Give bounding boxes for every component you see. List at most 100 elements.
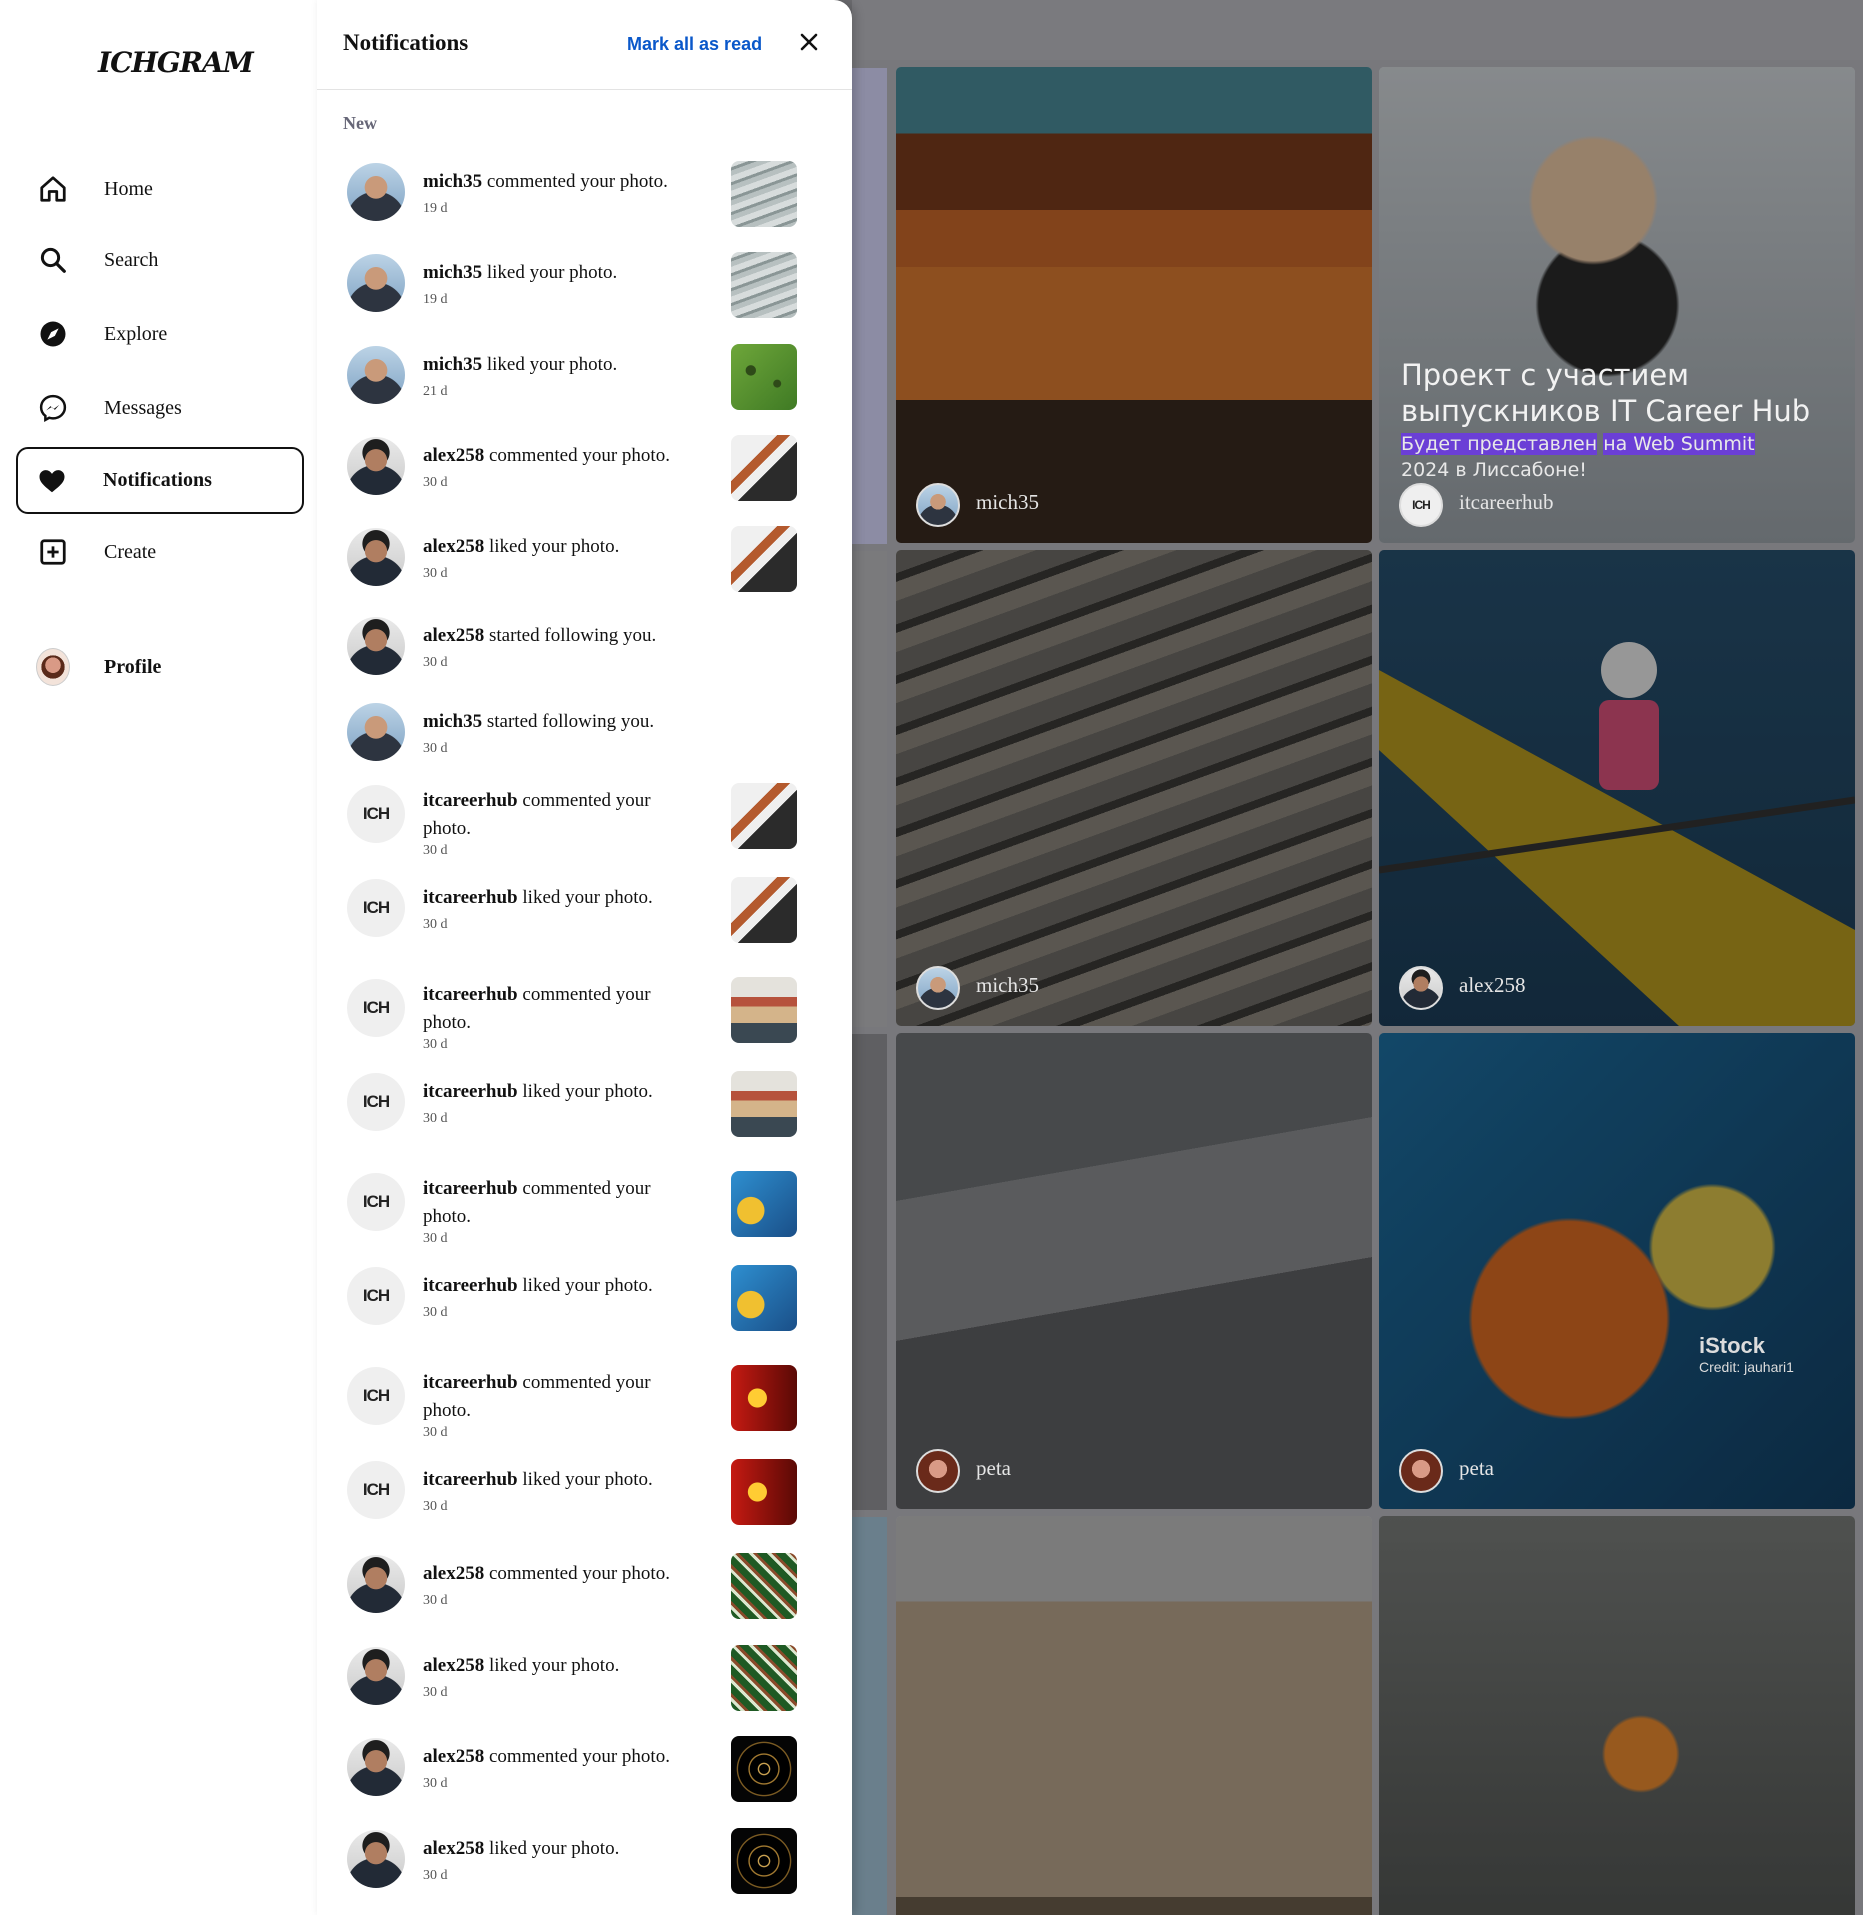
notification-username[interactable]: itcareerhub [423,1081,518,1102]
user-avatar[interactable]: ICH [347,1073,405,1131]
notification-username[interactable]: mich35 [423,354,482,375]
app-logo[interactable]: ICHGRAM [98,46,254,79]
user-avatar[interactable]: ICH [347,879,405,937]
feed-post[interactable]: iStock Credit: jauhari1 peta [1379,1033,1855,1509]
notification-row[interactable]: alex258 liked your photo. 30 d [317,1634,837,1714]
user-avatar[interactable]: ICH [347,1267,405,1325]
user-avatar[interactable] [347,1830,405,1888]
post-thumbnail[interactable] [731,435,797,501]
nav-search[interactable]: Search [16,228,304,292]
post-thumbnail[interactable] [731,1553,797,1619]
feed-tile-partial[interactable] [852,1517,887,1915]
feed-post[interactable] [1379,1516,1855,1915]
notification-username[interactable]: itcareerhub [423,1372,518,1393]
nav-create[interactable]: Create [16,520,304,584]
feed-post[interactable]: alex258 [1379,550,1855,1026]
notification-row[interactable]: mich35 liked your photo. 21 d [317,333,837,413]
post-thumbnail[interactable] [731,1265,797,1331]
feed-post[interactable]: mich35 [896,550,1372,1026]
feed-tile-partial[interactable] [852,68,887,544]
notification-username[interactable]: alex258 [423,1746,484,1767]
post-thumbnail[interactable] [731,252,797,318]
user-avatar[interactable] [347,1555,405,1613]
nav-search-label: Search [104,248,159,271]
notification-row[interactable]: alex258 liked your photo. 30 d [317,515,837,595]
feed-post[interactable]: mich35 [896,67,1372,543]
notification-row[interactable]: alex258 liked your photo. 30 d [317,1817,837,1897]
notification-row[interactable]: mich35 liked your photo. 19 d [317,241,837,321]
user-avatar[interactable] [347,703,405,761]
notification-username[interactable]: itcareerhub [423,887,518,908]
nav-messages-label: Messages [104,396,182,419]
post-thumbnail[interactable] [731,1645,797,1711]
notification-username[interactable]: mich35 [423,711,482,732]
user-avatar[interactable]: ICH [347,1173,405,1231]
user-avatar[interactable] [347,346,405,404]
feed-post[interactable]: peta [896,1033,1372,1509]
user-avatar[interactable] [347,1738,405,1796]
post-thumbnail[interactable] [731,526,797,592]
notification-row[interactable]: ICH itcareerhub liked your photo. 30 d [317,1254,837,1334]
post-thumbnail[interactable] [731,1828,797,1894]
post-thumbnail[interactable] [731,1071,797,1137]
notification-row[interactable]: ICH itcareerhub commented your photo. 30 d [317,963,837,1053]
notification-username[interactable]: itcareerhub [423,1178,518,1199]
notification-username[interactable]: itcareerhub [423,1275,518,1296]
notification-row[interactable]: alex258 commented your photo. 30 d [317,1542,837,1622]
user-avatar[interactable] [347,163,405,221]
user-avatar[interactable] [347,1647,405,1705]
mark-all-read-button[interactable]: Mark all as read [627,34,762,55]
notification-username[interactable]: alex258 [423,1655,484,1676]
nav-explore[interactable]: Explore [16,302,304,366]
user-avatar[interactable]: ICH [347,785,405,843]
notification-row[interactable]: ICH itcareerhub liked your photo. 30 d [317,1448,837,1528]
feed-post[interactable] [896,1516,1372,1915]
notification-username[interactable]: alex258 [423,445,484,466]
post-thumbnail[interactable] [731,1736,797,1802]
notification-row[interactable]: ICH itcareerhub liked your photo. 30 d [317,866,837,946]
user-avatar[interactable] [347,437,405,495]
promo-title: Проект с участием выпускников IT Career … [1401,358,1811,428]
notification-text: mich35 liked your photo. [423,259,693,287]
notification-username[interactable]: itcareerhub [423,1469,518,1490]
post-thumbnail[interactable] [731,877,797,943]
notification-row[interactable]: ICH itcareerhub commented your photo. 30 d [317,1351,837,1441]
notification-username[interactable]: alex258 [423,536,484,557]
user-avatar[interactable]: ICH [347,979,405,1037]
notification-row[interactable]: ICH itcareerhub liked your photo. 30 d [317,1060,837,1140]
notification-row[interactable]: alex258 commented your photo. 30 d [317,1725,837,1805]
notification-row[interactable]: ICH itcareerhub commented your photo. 30 d [317,1157,837,1247]
notification-username[interactable]: alex258 [423,1563,484,1584]
user-avatar[interactable]: ICH [347,1461,405,1519]
user-avatar[interactable]: ICH [347,1367,405,1425]
user-avatar[interactable] [347,528,405,586]
notification-row[interactable]: mich35 started following you. 30 d [317,690,837,770]
nav-profile[interactable]: Profile [16,635,304,699]
post-thumbnail[interactable] [731,1459,797,1525]
feed-tile-partial[interactable] [852,1034,887,1510]
user-avatar[interactable] [347,254,405,312]
post-thumbnail[interactable] [731,977,797,1043]
notification-username[interactable]: itcareerhub [423,984,518,1005]
notification-row[interactable]: alex258 started following you. 30 d [317,604,837,684]
close-button[interactable] [793,26,825,58]
post-thumbnail[interactable] [731,783,797,849]
post-thumbnail[interactable] [731,1365,797,1431]
notification-username[interactable]: mich35 [423,262,482,283]
post-thumbnail[interactable] [731,1171,797,1237]
notification-row[interactable]: ICH itcareerhub commented your photo. 30 d [317,769,837,859]
nav-messages[interactable]: Messages [16,376,304,440]
user-avatar[interactable] [347,617,405,675]
notification-username[interactable]: mich35 [423,171,482,192]
notification-row[interactable]: alex258 commented your photo. 30 d [317,424,837,504]
post-thumbnail[interactable] [731,161,797,227]
notification-username[interactable]: alex258 [423,1838,484,1859]
notification-username[interactable]: alex258 [423,625,484,646]
feed-post[interactable]: Проект с участием выпускников IT Career … [1379,67,1855,543]
notification-row[interactable]: mich35 commented your photo. 19 d [317,150,837,230]
nav-notifications[interactable]: Notifications [16,447,304,514]
feed-tile-partial[interactable] [852,551,887,1027]
notification-username[interactable]: itcareerhub [423,790,518,811]
nav-home[interactable]: Home [16,157,304,221]
post-thumbnail[interactable] [731,344,797,410]
